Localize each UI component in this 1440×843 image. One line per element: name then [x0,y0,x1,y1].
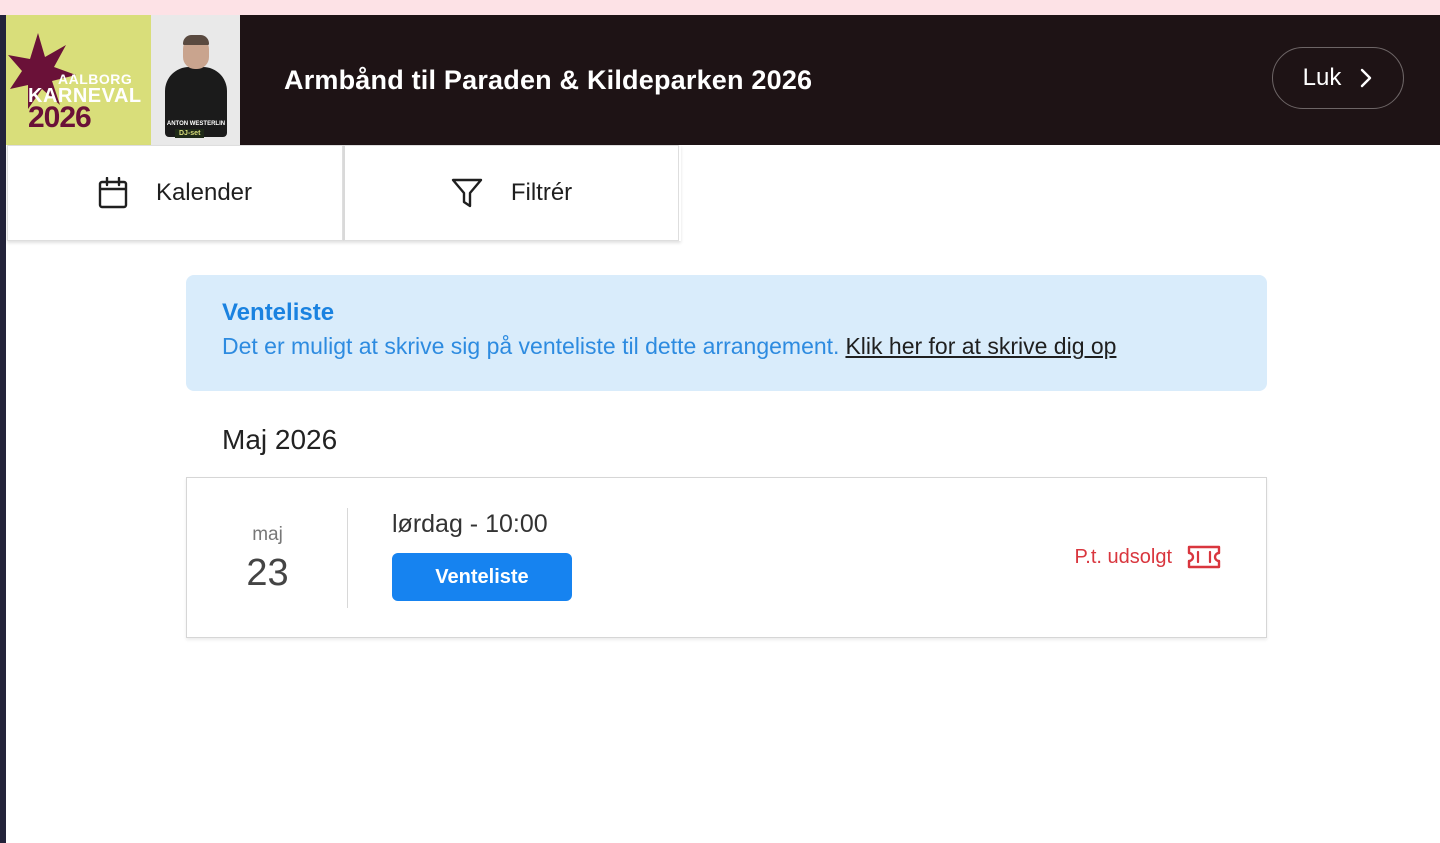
waitlist-button[interactable]: Venteliste [392,553,572,601]
browser-top-strip [0,0,1440,15]
carnival-logo: AALBORG KARNEVAL 2026 [6,15,151,145]
artist-tag: DJ-set [175,129,205,138]
calendar-icon [98,177,128,209]
filter-button[interactable]: Filtrér [343,145,679,241]
event-date: maj 23 [187,478,348,636]
date-divider [347,508,348,608]
filter-label: Filtrér [510,179,573,206]
status-badge: P.t. udsolgt [1075,544,1222,570]
chevron-right-icon [1361,68,1372,88]
calendar-label: Kalender [155,179,253,206]
close-label: Luk [1302,64,1342,91]
logo-year: 2026 [28,101,92,134]
status-label: P.t. udsolgt [1074,545,1172,568]
artist-photo: ANTON WESTERLIN DJ-set [151,15,240,145]
waitlist-signup-link[interactable]: Klik her for at skrive dig op [845,333,1116,359]
page-title: Armbånd til Paraden & Kildeparken 2026 [284,64,813,95]
event-logo: AALBORG KARNEVAL 2026 ANTON WESTERLIN DJ… [6,15,240,145]
close-button[interactable]: Luk [1272,47,1404,109]
filter-icon [451,178,483,208]
toolbar: Kalender Filtrér [7,145,681,241]
event-date-day: 23 [246,552,289,594]
waitlist-banner: Venteliste Det er muligt at skrive sig p… [186,275,1267,391]
waitlist-title: Venteliste [222,299,335,326]
event-header: AALBORG KARNEVAL 2026 ANTON WESTERLIN DJ… [6,15,1440,145]
waitlist-text-row: Det er muligt at skrive sig på ventelist… [222,333,1231,360]
ticket-icon [1187,545,1221,569]
event-time: lørdag - 10:00 [392,510,548,538]
month-heading: Maj 2026 [222,424,338,455]
waitlist-text: Det er muligt at skrive sig på ventelist… [222,333,840,359]
artist-caption: ANTON WESTERLIN [166,121,226,127]
calendar-button[interactable]: Kalender [7,145,343,241]
event-date-month: maj [252,524,283,545]
event-card: maj 23 lørdag - 10:00 Venteliste P.t. ud… [186,477,1267,638]
